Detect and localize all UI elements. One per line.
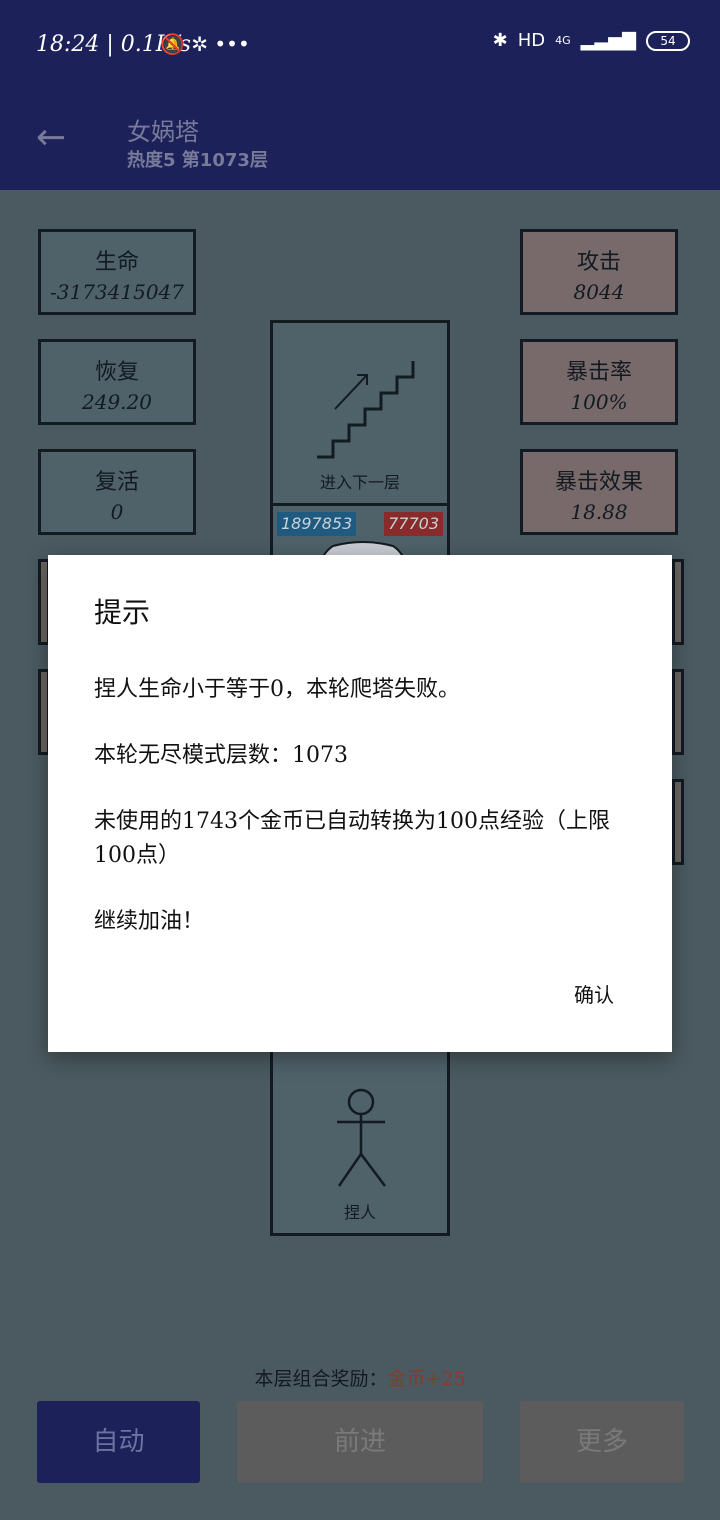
stat-label: 暴击效果 [554, 470, 643, 495]
app-bar: ← 女娲塔 热度5 第1073层 [0, 90, 720, 190]
reward-value: 金币+25 [387, 1368, 466, 1390]
reward-label: 本层组合奖励： [254, 1368, 388, 1390]
enemy-hp-badge: 1897853 [277, 512, 357, 536]
stat-crit-rate: 暴击率 100% [520, 339, 678, 425]
bluetooth-icon: ✱ [492, 30, 508, 51]
dialog-line-floors: 本轮无尽模式层数：1073 [94, 743, 348, 768]
stat-value: 0 [110, 500, 124, 524]
network-label: 4G [555, 34, 571, 47]
signal-icon: ▂▃▅▇ [580, 30, 636, 51]
back-arrow-icon[interactable]: ← [36, 118, 76, 158]
stat-label: 恢复 [94, 360, 139, 385]
stick-figure-icon [337, 1088, 386, 1187]
stat-box-hidden [672, 779, 684, 865]
dialog-title: 提示 [94, 596, 151, 629]
stat-value: 100% [570, 390, 628, 414]
stat-value: 249.20 [82, 390, 152, 414]
confirm-button[interactable]: 确认 [574, 979, 614, 1008]
player-tile[interactable]: 捏人 [270, 1052, 450, 1236]
tile-caption: 捏人 [343, 1203, 376, 1222]
auto-button[interactable]: 自动 [37, 1401, 200, 1483]
dialog-line-failure: 捏人生命小于等于0，本轮爬塔失败。 [94, 677, 460, 702]
stat-crit-effect: 暴击效果 18.88 [520, 449, 678, 535]
stat-value: 8044 [573, 280, 625, 304]
battery-icon: 54 [646, 30, 690, 51]
stat-value: -3173415047 [49, 280, 184, 304]
stairs-icon [317, 361, 415, 459]
status-bar: 18:24 | 0.1K/s 🔕 ✲ ••• ✱ HD 4G ▂▃▅▇ 54 [0, 0, 720, 90]
notification-icons: 🔕 ✲ ••• [160, 32, 250, 56]
dialog-line-coins: 未使用的1743个金币已自动转换为100点经验（上限100点） [94, 809, 610, 868]
enemy-tile[interactable]: 1897853 77703 [270, 503, 450, 570]
next-floor-tile[interactable]: 进入下一层 [270, 320, 450, 506]
stat-box-hidden [672, 669, 684, 755]
enemy-attack-badge: 77703 [384, 512, 443, 536]
stat-revive: 复活 0 [38, 449, 196, 535]
stat-attack: 攻击 8044 [520, 229, 678, 315]
stat-label: 复活 [94, 470, 139, 495]
stat-regen: 恢复 249.20 [38, 339, 196, 425]
stat-label: 攻击 [576, 250, 621, 275]
forward-button[interactable]: 前进 [237, 1401, 483, 1483]
page-title: 女娲塔 [127, 118, 199, 146]
dialog-line-encourage: 继续加油！ [94, 909, 205, 934]
tile-caption: 进入下一层 [319, 473, 400, 492]
alert-dialog: 提示 捏人生命小于等于0，本轮爬塔失败。 本轮无尽模式层数：1073 未使用的1… [48, 555, 672, 1052]
stat-value: 18.88 [570, 500, 628, 524]
more-button[interactable]: 更多 [520, 1401, 684, 1483]
stat-hp: 生命 -3173415047 [38, 229, 196, 315]
stat-label: 生命 [94, 250, 139, 275]
stat-box-hidden [672, 559, 684, 645]
status-right: ✱ HD 4G ▂▃▅▇ 54 [493, 30, 690, 51]
stat-label: 暴击率 [565, 360, 632, 385]
page-subtitle: 热度5 第1073层 [127, 150, 268, 171]
hd-icon: HD [517, 30, 546, 51]
floor-reward: 本层组合奖励：金币+25 [0, 1364, 720, 1391]
